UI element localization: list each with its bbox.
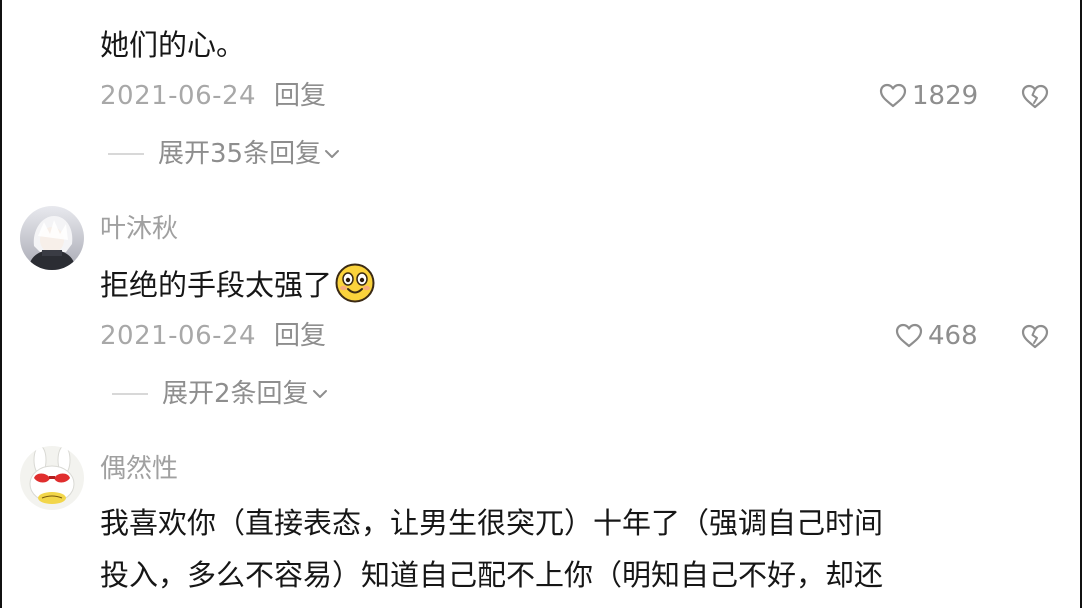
comment-2-expand-label: 展开2条回复 <box>162 379 309 409</box>
comment-3-username[interactable]: 偶然性 <box>100 452 178 486</box>
expand-divider-line <box>108 153 144 155</box>
comment-3-avatar[interactable] <box>20 446 84 510</box>
comment-2-expand-replies[interactable]: 展开2条回复 <box>112 374 328 414</box>
comment-1-meta-row: 2021-06-24 回复 1829 <box>100 76 1050 116</box>
comment-1-reply-button[interactable]: 回复 <box>274 76 326 116</box>
heart-outline-icon <box>895 323 923 348</box>
comment-2-meta-row: 2021-06-24 回复 468 <box>100 316 1050 356</box>
broken-heart-icon[interactable] <box>1020 82 1050 112</box>
comment-1-expand-label: 展开35条回复 <box>158 139 322 169</box>
comment-2-text: 拒绝的手段太强了 <box>100 268 333 302</box>
chevron-down-icon <box>325 150 340 158</box>
chevron-down-icon <box>312 390 327 398</box>
comment-3-text-line-1: 我喜欢你（直接表态，让男生很突兀）十年了（强调自己时间 <box>100 506 884 540</box>
comment-1-expand-replies[interactable]: 展开35条回复 <box>108 134 340 174</box>
comment-2-username[interactable]: 叶沐秋 <box>100 212 178 246</box>
comment-3-text-line-2: 投入，多么不容易）知道自己配不上你（明知自己不好，却还 <box>100 558 884 592</box>
comment-1-cut-off-line <box>100 0 1040 12</box>
comment-1-like-button[interactable]: 1829 <box>878 76 978 116</box>
smile-emoji-icon <box>335 263 375 303</box>
expand-divider-line <box>112 393 148 395</box>
comment-1-text-line: 她们的心。 <box>100 28 246 62</box>
comment-1-date: 2021-06-24 <box>100 81 257 111</box>
comment-1-like-count: 1829 <box>912 81 979 111</box>
comment-2-text-line: 拒绝的手段太强了 <box>100 262 376 306</box>
broken-heart-icon[interactable] <box>1020 322 1050 352</box>
comment-2-date: 2021-06-24 <box>100 321 257 351</box>
comment-2-reply-button[interactable]: 回复 <box>274 316 326 356</box>
left-frame-border <box>0 0 2 608</box>
heart-outline-icon <box>879 83 907 108</box>
comment-2-avatar[interactable] <box>20 206 84 270</box>
comment-2-like-count: 468 <box>928 321 978 351</box>
comment-2-like-button[interactable]: 468 <box>894 316 978 356</box>
